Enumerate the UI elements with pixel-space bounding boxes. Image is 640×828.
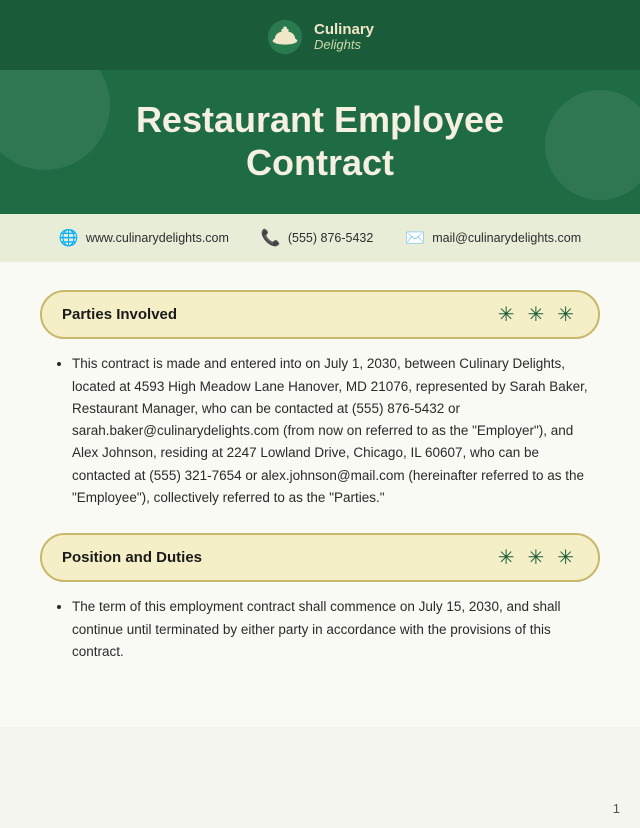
logo-icon <box>266 18 304 56</box>
contact-email: ✉️ mail@culinarydelights.com <box>405 228 581 248</box>
page-number: 1 <box>613 801 620 816</box>
section-position-stars: ✳ ✳ ✳ <box>498 545 578 570</box>
email-icon: ✉️ <box>405 228 425 248</box>
parties-text: This contract is made and entered into o… <box>72 353 590 509</box>
section-parties-stars: ✳ ✳ ✳ <box>498 302 578 327</box>
globe-icon: 🌐 <box>59 228 79 248</box>
email-text: mail@culinarydelights.com <box>432 231 581 245</box>
contact-bar: 🌐 www.culinarydelights.com 📞 (555) 876-5… <box>0 214 640 262</box>
section-position: Position and Duties ✳ ✳ ✳ The term of th… <box>40 533 600 663</box>
section-position-body: The term of this employment contract sha… <box>40 596 600 663</box>
phone-icon: 📞 <box>261 228 281 248</box>
website-text: www.culinarydelights.com <box>86 231 229 245</box>
section-parties: Parties Involved ✳ ✳ ✳ This contract is … <box>40 290 600 509</box>
logo-name: Culinary <box>314 21 374 38</box>
title-banner: Restaurant Employee Contract <box>0 70 640 214</box>
section-parties-title: Parties Involved <box>62 306 177 323</box>
page-header: Culinary Delights <box>0 0 640 70</box>
page-title: Restaurant Employee Contract <box>60 98 580 184</box>
logo-tagline: Delights <box>314 38 374 53</box>
phone-text: (555) 876-5432 <box>288 231 373 245</box>
logo-text: Culinary Delights <box>314 21 374 53</box>
position-text: The term of this employment contract sha… <box>72 596 590 663</box>
section-parties-header: Parties Involved ✳ ✳ ✳ <box>40 290 600 339</box>
contact-phone: 📞 (555) 876-5432 <box>261 228 373 248</box>
contact-website: 🌐 www.culinarydelights.com <box>59 228 229 248</box>
main-content: Parties Involved ✳ ✳ ✳ This contract is … <box>0 262 640 727</box>
section-position-title: Position and Duties <box>62 549 202 566</box>
section-parties-body: This contract is made and entered into o… <box>40 353 600 509</box>
section-position-header: Position and Duties ✳ ✳ ✳ <box>40 533 600 582</box>
